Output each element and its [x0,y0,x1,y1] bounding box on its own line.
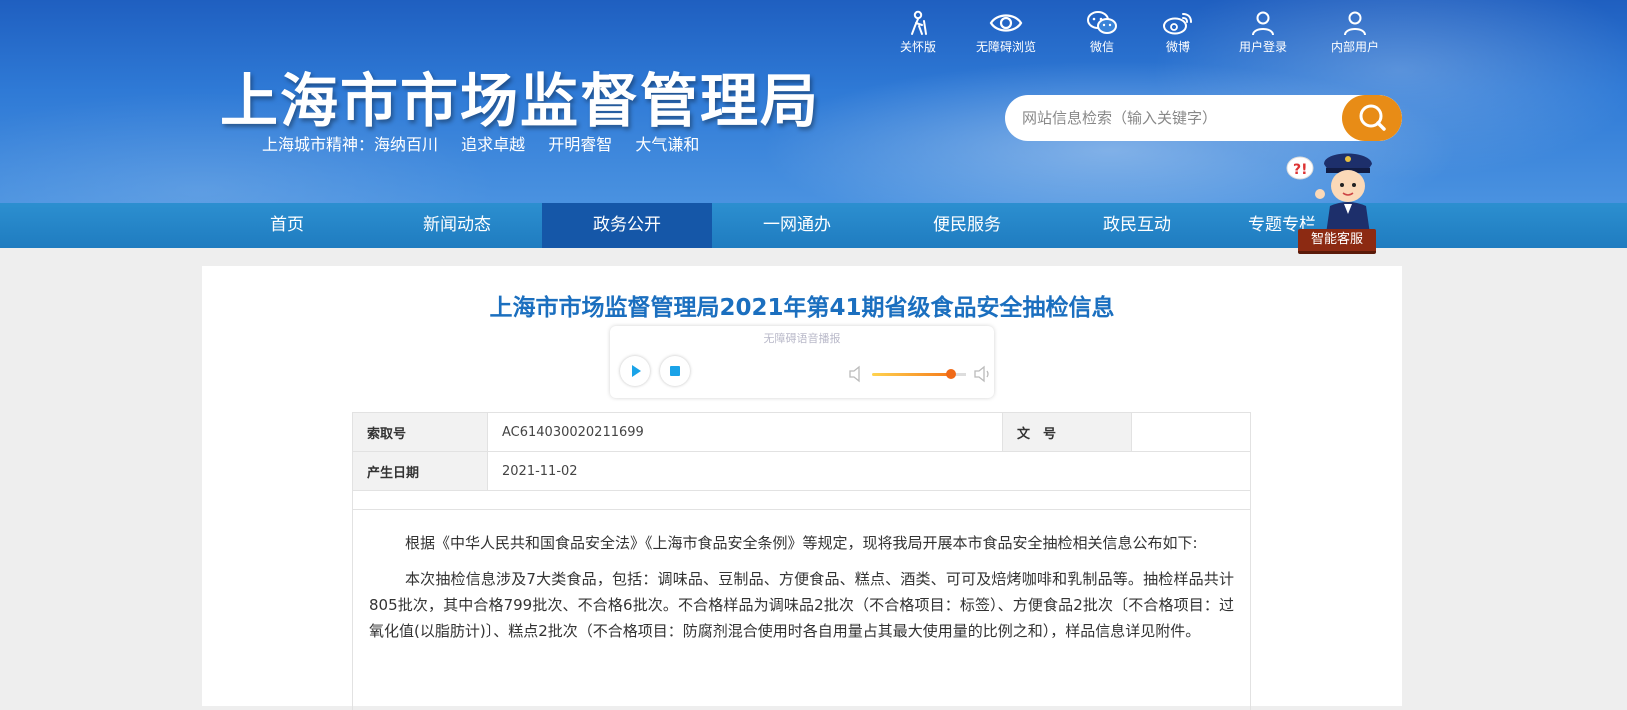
audio-player: 无障碍语音播报 [610,326,994,398]
document-meta-table: 索取号 AC614030020211699 文 号 产生日期 2021-11-0… [352,412,1251,491]
search-button[interactable] [1342,95,1402,141]
volume-mute-icon[interactable] [848,365,864,383]
volume-slider-knob[interactable] [946,369,956,379]
search-box [1005,95,1402,141]
nav-item-gov-affairs[interactable]: 政务公开 [542,203,712,248]
date-value: 2021-11-02 [487,451,1251,491]
city-slogan: 上海城市精神：海纳百川 追求卓越 开明睿智 大气谦和 [262,131,717,155]
nav-item-online-service[interactable]: 一网通办 [712,203,882,248]
nav-item-news[interactable]: 新闻动态 [372,203,542,248]
user-icon [1344,11,1366,36]
nav-item-interaction[interactable]: 政民互动 [1052,203,1222,248]
slogan-item: 追求卓越 [461,135,526,154]
meta-divider [352,490,1251,510]
quick-link-care[interactable]: 关怀版 [893,10,943,55]
customer-service-mascot-icon: ?! [1286,153,1372,234]
smart-service-widget[interactable]: ?! 智能客服 [1280,144,1388,254]
meta-row: 产生日期 2021-11-02 [352,451,1251,491]
nav-item-public-service[interactable]: 便民服务 [882,203,1052,248]
stop-icon [670,366,680,376]
volume-up-icon[interactable] [974,365,992,383]
site-title[interactable]: 上海市市场监督管理局 [220,54,820,138]
quick-link-user-login[interactable]: 用户登录 [1233,10,1293,55]
smart-service-label: 智能客服 [1298,229,1376,254]
user-icon [1252,11,1274,36]
slogan-item: 大气谦和 [635,135,700,154]
document-number-value [1131,412,1251,452]
article-card: 上海市市场监督管理局2021年第41期省级食品安全抽检信息 无障碍语音播报 索取… [202,266,1402,710]
search-input[interactable] [1005,95,1352,141]
meta-row: 索取号 AC614030020211699 文 号 [352,412,1251,452]
article-paragraph: 本次抽检信息涉及7大类食品，包括：调味品、豆制品、方便食品、糕点、酒类、可可及焙… [369,570,1234,640]
quick-links: 关怀版 无障碍浏览 微信 微博 用户登录 内部用户 [0,10,1627,60]
date-label: 产生日期 [352,451,488,491]
article-body: 根据《中华人民共和国食品安全法》《上海市食品安全条例》等规定，现将我局开展本市食… [352,510,1251,710]
article-title: 上海市市场监督管理局2021年第41期省级食品安全抽检信息 [489,295,1115,321]
stop-button[interactable] [660,356,690,386]
slogan-item: 开明睿智 [548,135,613,154]
eye-icon [989,14,1023,32]
index-number-value: AC614030020211699 [487,412,1003,452]
play-button[interactable] [620,356,650,386]
wechat-icon [1087,11,1117,34]
search-icon [1359,104,1386,131]
svg-text:?!: ?! [1293,162,1308,178]
slogan-prefix: 上海城市精神：海纳百川 [262,135,439,154]
quick-link-accessibility[interactable]: 无障碍浏览 [966,10,1046,55]
document-number-label: 文 号 [1002,412,1132,452]
quick-link-internal-user[interactable]: 内部用户 [1325,10,1385,55]
weibo-icon [1163,13,1192,35]
play-icon [632,365,641,377]
volume-slider-fill [872,373,952,376]
index-number-label: 索取号 [352,412,488,452]
elder-care-icon [911,10,927,35]
quick-link-wechat[interactable]: 微信 [1077,10,1127,55]
article-paragraph: 根据《中华人民共和国食品安全法》《上海市食品安全条例》等规定，现将我局开展本市食… [405,534,1198,552]
player-title: 无障碍语音播报 [763,332,841,345]
nav-item-home[interactable]: 首页 [202,203,372,248]
quick-link-weibo[interactable]: 微博 [1153,10,1203,55]
